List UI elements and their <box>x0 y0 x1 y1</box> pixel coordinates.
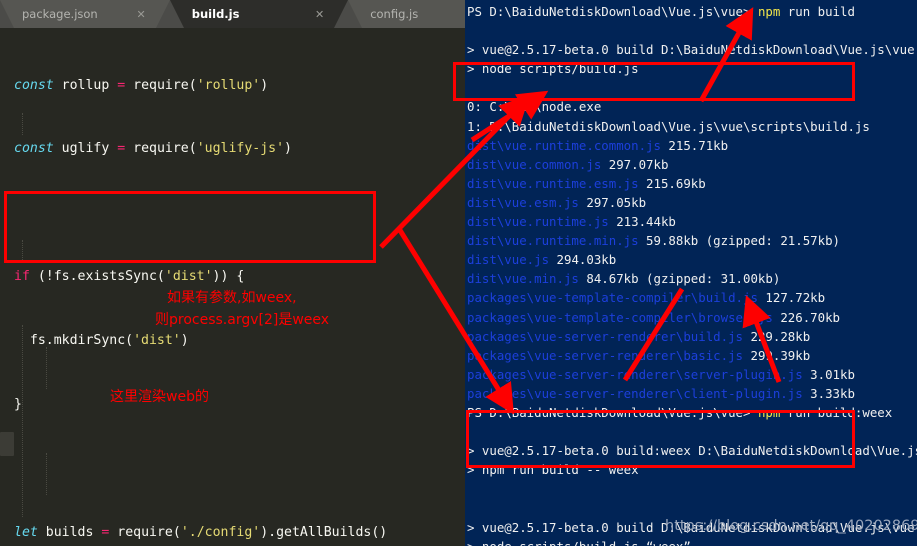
tab-label: package.json <box>22 7 98 21</box>
indent-guide <box>22 113 23 135</box>
terminal-line: 1: D:\BaiduNetdiskDownload\Vue.js\vue\sc… <box>467 117 917 136</box>
screenshot-root: package.json ✕ build.js ✕ config.js cons… <box>0 0 917 546</box>
terminal-line <box>467 21 917 40</box>
close-icon[interactable]: ✕ <box>287 8 324 21</box>
annotation-if-has-arg: 如果有参数,如weex, <box>167 290 297 306</box>
terminal-output-size: 294.03kb <box>556 252 617 268</box>
terminal-line: > node scripts/build.js “weex” <box>467 537 917 546</box>
code-line: } <box>14 397 22 413</box>
terminal-line: dist\vue.esm.js 297.05kb <box>467 193 917 212</box>
terminal-line: PS D:\BaiduNetdiskDownload\Vue.js\vue> n… <box>467 2 917 21</box>
indent-guide <box>46 347 47 389</box>
terminal-line: dist\vue.js 294.03kb <box>467 250 917 269</box>
tab-config-js[interactable]: config.js <box>348 0 465 28</box>
terminal-output-path: packages\vue-server-renderer\build.js <box>467 328 751 344</box>
code-line: let builds = require('./config').getAllB… <box>14 524 388 540</box>
terminal-output-size: 229.28kb <box>750 328 811 344</box>
terminal-line: dist\vue.runtime.esm.js 215.69kb <box>467 174 917 193</box>
terminal-prompt: PS D:\BaiduNetdiskDownload\Vue.js\vue> <box>467 4 758 19</box>
terminal-output-path: dist\vue.runtime.min.js <box>467 233 647 249</box>
tab-build-js[interactable]: build.js ✕ <box>169 0 349 28</box>
annotation-render-web-here: 这里渲染web的 <box>110 389 209 405</box>
terminal-output-size: 215.71kb <box>668 137 729 153</box>
terminal-line <box>467 498 917 517</box>
terminal-output-path: dist\vue.esm.js <box>467 194 587 210</box>
terminal-line: > vue@2.5.17-beta.0 build D:\BaiduNetdis… <box>467 40 917 59</box>
terminal-line: dist\vue.runtime.common.js 215.71kb <box>467 136 917 155</box>
terminal-output-path: dist\vue.runtime.common.js <box>467 137 669 153</box>
terminal-line: packages\vue-template-compiler\build.js … <box>467 288 917 307</box>
terminal-output-path: packages\vue-template-compiler\browser.j… <box>467 309 781 325</box>
terminal-output-size: 3.33kb <box>810 385 855 401</box>
terminal-args-box-2 <box>466 410 855 468</box>
terminal-output-size: 127.72kb <box>765 290 826 306</box>
terminal-output-size: 3.01kb <box>810 366 855 382</box>
terminal-output-size: 215.69kb <box>646 175 706 191</box>
terminal-line: packages\vue-server-renderer\build.js 22… <box>467 327 917 346</box>
code-line: if (!fs.existsSync('dist')) { <box>14 269 245 285</box>
terminal-line: dist\vue.runtime.min.js 59.88kb (gzipped… <box>467 231 917 250</box>
terminal-output-size: 59.88kb (gzipped: 21.57kb) <box>646 233 841 249</box>
terminal-output-path: dist\vue.common.js <box>467 156 609 172</box>
terminal-line: dist\vue.min.js 84.67kb (gzipped: 31.00k… <box>467 269 917 288</box>
terminal-command-keyword: npm <box>757 4 781 19</box>
annotation-argv2-is-weex: 则process.argv[2]是weex <box>155 312 330 328</box>
terminal-text: > node scripts/build.js “weex” <box>467 539 691 546</box>
terminal-line: packages\vue-server-renderer\basic.js 29… <box>467 346 917 365</box>
terminal-line: packages\vue-server-renderer\client-plug… <box>467 384 917 403</box>
terminal-line: packages\vue-template-compiler\browser.j… <box>467 308 917 327</box>
terminal-line: dist\vue.common.js 297.07kb <box>467 155 917 174</box>
terminal-line: packages\vue-server-renderer\server-plug… <box>467 365 917 384</box>
code-line: const uglify = require('uglify-js') <box>14 141 292 157</box>
code-line: fs.mkdirSync('dist') <box>14 333 189 349</box>
terminal-output-size: 297.07kb <box>608 156 669 172</box>
terminal-output-path: packages\vue-template-compiler\build.js <box>467 290 766 306</box>
terminal-output-size: 213.44kb <box>616 214 676 230</box>
terminal-output-size: 297.05kb <box>586 194 647 210</box>
terminal-output-path: dist\vue.runtime.esm.js <box>467 175 647 191</box>
terminal-output-path: dist\vue.js <box>467 252 557 268</box>
terminal-output-path: dist\vue.min.js <box>467 271 587 287</box>
terminal-output-path: packages\vue-server-renderer\server-plug… <box>467 366 811 382</box>
indent-guide <box>22 325 23 431</box>
close-icon[interactable]: ✕ <box>109 8 146 21</box>
terminal-line <box>467 479 917 498</box>
indent-guide <box>46 453 47 495</box>
terminal-text: 1: D:\BaiduNetdiskDownload\Vue.js\vue\sc… <box>467 118 870 134</box>
editor-tab-bar: package.json ✕ build.js ✕ config.js <box>0 0 465 28</box>
watermark-url: https://blog.csdn.net/qq_40202869 <box>665 518 917 534</box>
terminal-output-path: dist\vue.runtime.js <box>467 214 617 230</box>
indent-guide <box>22 432 23 517</box>
terminal-output-path: packages\vue-server-renderer\basic.js <box>467 347 751 363</box>
terminal-output-path: packages\vue-server-renderer\client-plug… <box>467 385 811 401</box>
terminal-output-size: 84.67kb (gzipped: 31.00kb) <box>586 271 781 287</box>
tab-label: build.js <box>191 7 240 21</box>
terminal-output-size: 226.70kb <box>780 309 840 325</box>
terminal-line: dist\vue.runtime.js 213.44kb <box>467 212 917 231</box>
terminal-command-rest: run build <box>780 4 855 19</box>
terminal-output-size: 299.39kb <box>750 347 811 363</box>
tab-label: config.js <box>370 7 419 21</box>
terminal-text: 0: C:\dev\node.exe <box>467 99 602 115</box>
code-line: const rollup = require('rollup') <box>14 77 269 93</box>
tab-package-json[interactable]: package.json ✕ <box>0 0 170 28</box>
terminal-args-box-1 <box>453 62 855 101</box>
code-argv-foreach-box <box>4 191 376 263</box>
terminal-text: > vue@2.5.17-beta.0 build D:\BaiduNetdis… <box>467 42 915 58</box>
code-editor-pane: package.json ✕ build.js ✕ config.js cons… <box>0 0 465 546</box>
